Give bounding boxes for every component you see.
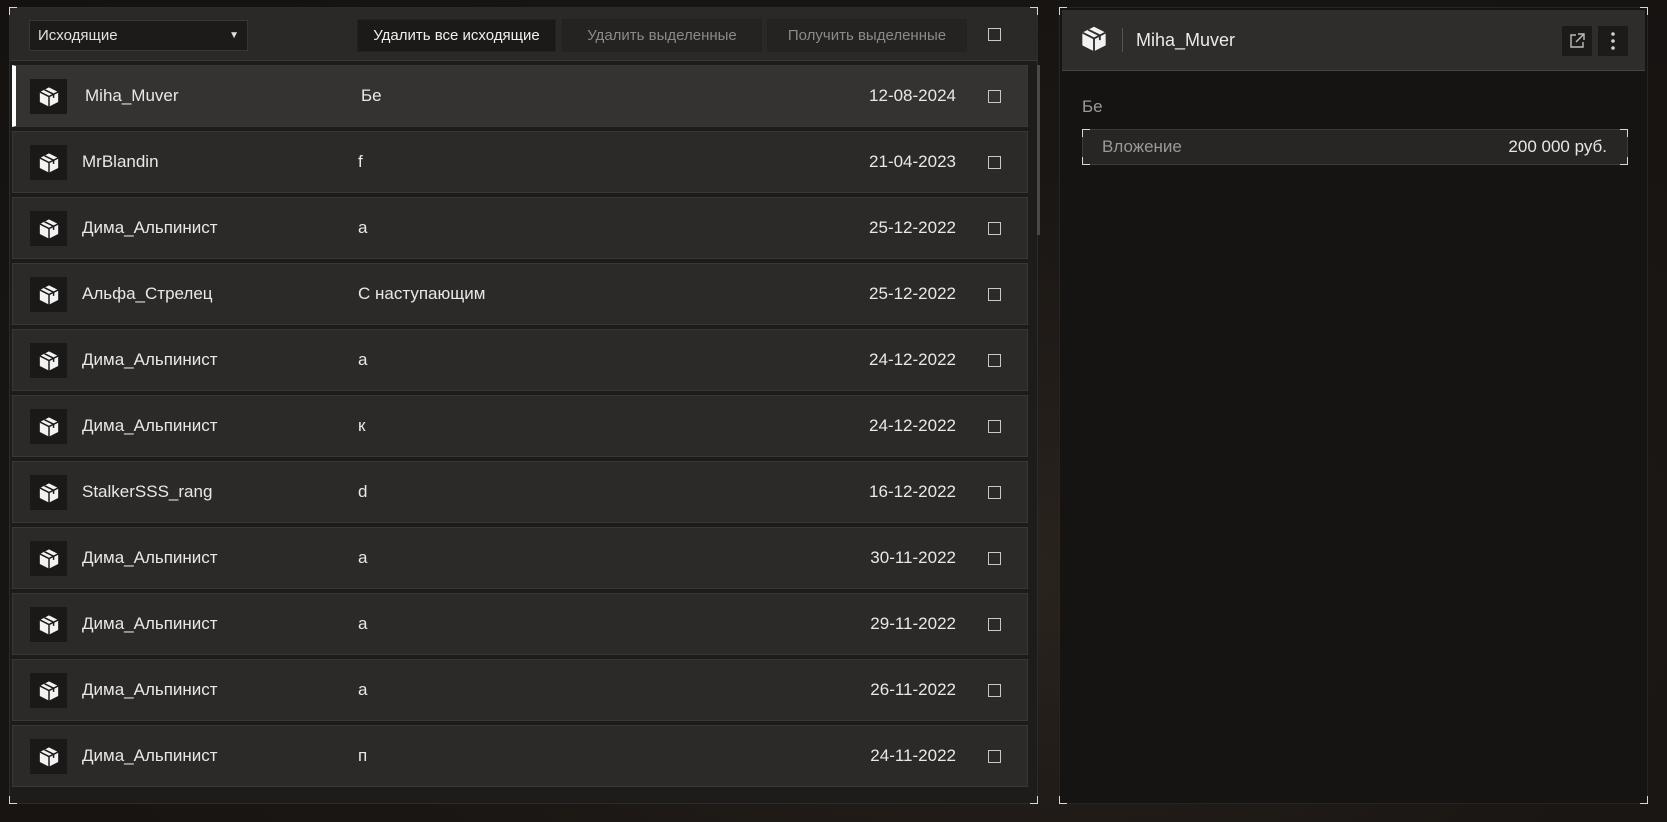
detail-header: Miha_Muver <box>1062 10 1645 71</box>
message-subject: С наступающим <box>358 284 486 303</box>
message-subject: а <box>358 218 368 237</box>
message-subject: п <box>358 746 368 765</box>
more-menu-button[interactable] <box>1598 26 1628 56</box>
message-checkbox[interactable] <box>988 156 1001 169</box>
attachment-item[interactable]: Вложение 200 000 руб. <box>1082 129 1628 165</box>
message-row[interactable]: Дима_Альпинист п 24-11-2022 <box>12 725 1028 787</box>
message-date: 25-12-2022 <box>869 284 956 303</box>
message-checkbox[interactable] <box>988 486 1001 499</box>
package-box-icon <box>30 475 67 510</box>
package-box-icon <box>30 145 67 180</box>
detail-sender-title: Miha_Muver <box>1136 30 1236 50</box>
message-row[interactable]: Дима_Альпинист а 24-12-2022 <box>12 329 1028 391</box>
message-row[interactable]: Альфа_Стрелец С наступающим 25-12-2022 <box>12 263 1028 325</box>
message-sender: Дима_Альпинист <box>82 680 218 699</box>
message-checkbox[interactable] <box>988 552 1001 565</box>
message-subject: а <box>358 680 368 699</box>
message-list: Miha_Muver Бе 12-08-2024 MrBlandin f 21-04-20… <box>12 65 1029 801</box>
message-checkbox[interactable] <box>988 288 1001 301</box>
package-box-icon <box>30 211 67 246</box>
message-checkbox[interactable] <box>988 420 1001 433</box>
message-row[interactable]: Дима_Альпинист а 30-11-2022 <box>12 527 1028 589</box>
message-subject: к <box>358 416 366 435</box>
message-row[interactable]: Дима_Альпинист а 25-12-2022 <box>12 197 1028 259</box>
package-box-icon <box>30 673 67 708</box>
message-subject: а <box>358 350 368 369</box>
message-date: 30-11-2022 <box>870 548 956 567</box>
delete-selected-button[interactable]: Удалить выделенные <box>562 19 762 52</box>
message-sender: Дима_Альпинист <box>82 416 218 435</box>
message-sender: Дима_Альпинист <box>82 350 218 369</box>
message-sender: Miha_Muver <box>85 86 179 105</box>
message-sender: StalkerSSS_rang <box>82 482 213 501</box>
package-box-icon <box>1080 25 1108 58</box>
message-date: 16-12-2022 <box>869 482 956 501</box>
package-box-icon <box>30 277 67 312</box>
delete-all-outgoing-button[interactable]: Удалить все исходящие <box>357 19 556 52</box>
message-row[interactable]: Дима_Альпинист а 26-11-2022 <box>12 659 1028 721</box>
message-checkbox[interactable] <box>988 750 1001 763</box>
folder-select-value: Исходящие <box>38 27 118 44</box>
message-row[interactable]: Miha_Muver Бе 12-08-2024 <box>12 65 1028 127</box>
folder-select[interactable]: Исходящие ▼ <box>29 20 248 51</box>
message-sender: MrBlandin <box>82 152 159 171</box>
message-subject: а <box>358 548 368 567</box>
message-checkbox[interactable] <box>988 354 1001 367</box>
message-subject: Бе <box>361 86 382 105</box>
message-sender: Дима_Альпинист <box>82 218 218 237</box>
outbox-panel: Исходящие ▼ Удалить все исходящие Удалит… <box>9 7 1040 804</box>
message-date: 21-04-2023 <box>869 152 956 171</box>
message-date: 25-12-2022 <box>869 218 956 237</box>
message-date: 24-12-2022 <box>869 350 956 369</box>
message-checkbox[interactable] <box>988 618 1001 631</box>
select-all-checkbox[interactable] <box>988 28 1001 41</box>
vertical-dots-icon <box>1611 32 1615 50</box>
message-sender: Дима_Альпинист <box>82 614 218 633</box>
message-checkbox[interactable] <box>988 684 1001 697</box>
message-sender: Дима_Альпинист <box>82 746 218 765</box>
attachment-value: 200 000 руб. <box>1508 137 1607 156</box>
message-sender: Альфа_Стрелец <box>82 284 213 303</box>
message-detail-panel: Miha_Muver Бе Вложение 200 000 руб. <box>1059 7 1648 804</box>
message-date: 24-12-2022 <box>869 416 956 435</box>
get-selected-button[interactable]: Получить выделенные <box>767 19 967 52</box>
message-row[interactable]: StalkerSSS_rang d 16-12-2022 <box>12 461 1028 523</box>
message-checkbox[interactable] <box>988 90 1001 103</box>
detail-subject: Бе <box>1082 97 1103 116</box>
message-date: 24-11-2022 <box>870 746 956 765</box>
chevron-down-icon: ▼ <box>229 30 239 41</box>
list-scrollbar[interactable] <box>1037 65 1040 235</box>
package-box-icon <box>30 79 67 114</box>
message-subject: f <box>358 152 363 171</box>
external-link-icon <box>1570 33 1585 48</box>
message-checkbox[interactable] <box>988 222 1001 235</box>
message-row[interactable]: Дима_Альпинист а 29-11-2022 <box>12 593 1028 655</box>
message-subject: а <box>358 614 368 633</box>
message-sender: Дима_Альпинист <box>82 548 218 567</box>
package-box-icon <box>30 607 67 642</box>
mail-toolbar: Исходящие ▼ Удалить все исходящие Удалит… <box>10 8 1037 61</box>
message-row[interactable]: Дима_Альпинист к 24-12-2022 <box>12 395 1028 457</box>
package-box-icon <box>30 409 67 444</box>
package-box-icon <box>30 739 67 774</box>
message-row[interactable]: MrBlandin f 21-04-2023 <box>12 131 1028 193</box>
message-date: 12-08-2024 <box>869 86 956 105</box>
package-box-icon <box>30 541 67 576</box>
open-external-button[interactable] <box>1562 26 1592 56</box>
package-box-icon <box>30 343 67 378</box>
attachment-label: Вложение <box>1102 137 1182 156</box>
message-subject: d <box>358 482 368 501</box>
message-date: 29-11-2022 <box>870 614 956 633</box>
message-date: 26-11-2022 <box>870 680 956 699</box>
header-divider <box>1122 28 1123 52</box>
